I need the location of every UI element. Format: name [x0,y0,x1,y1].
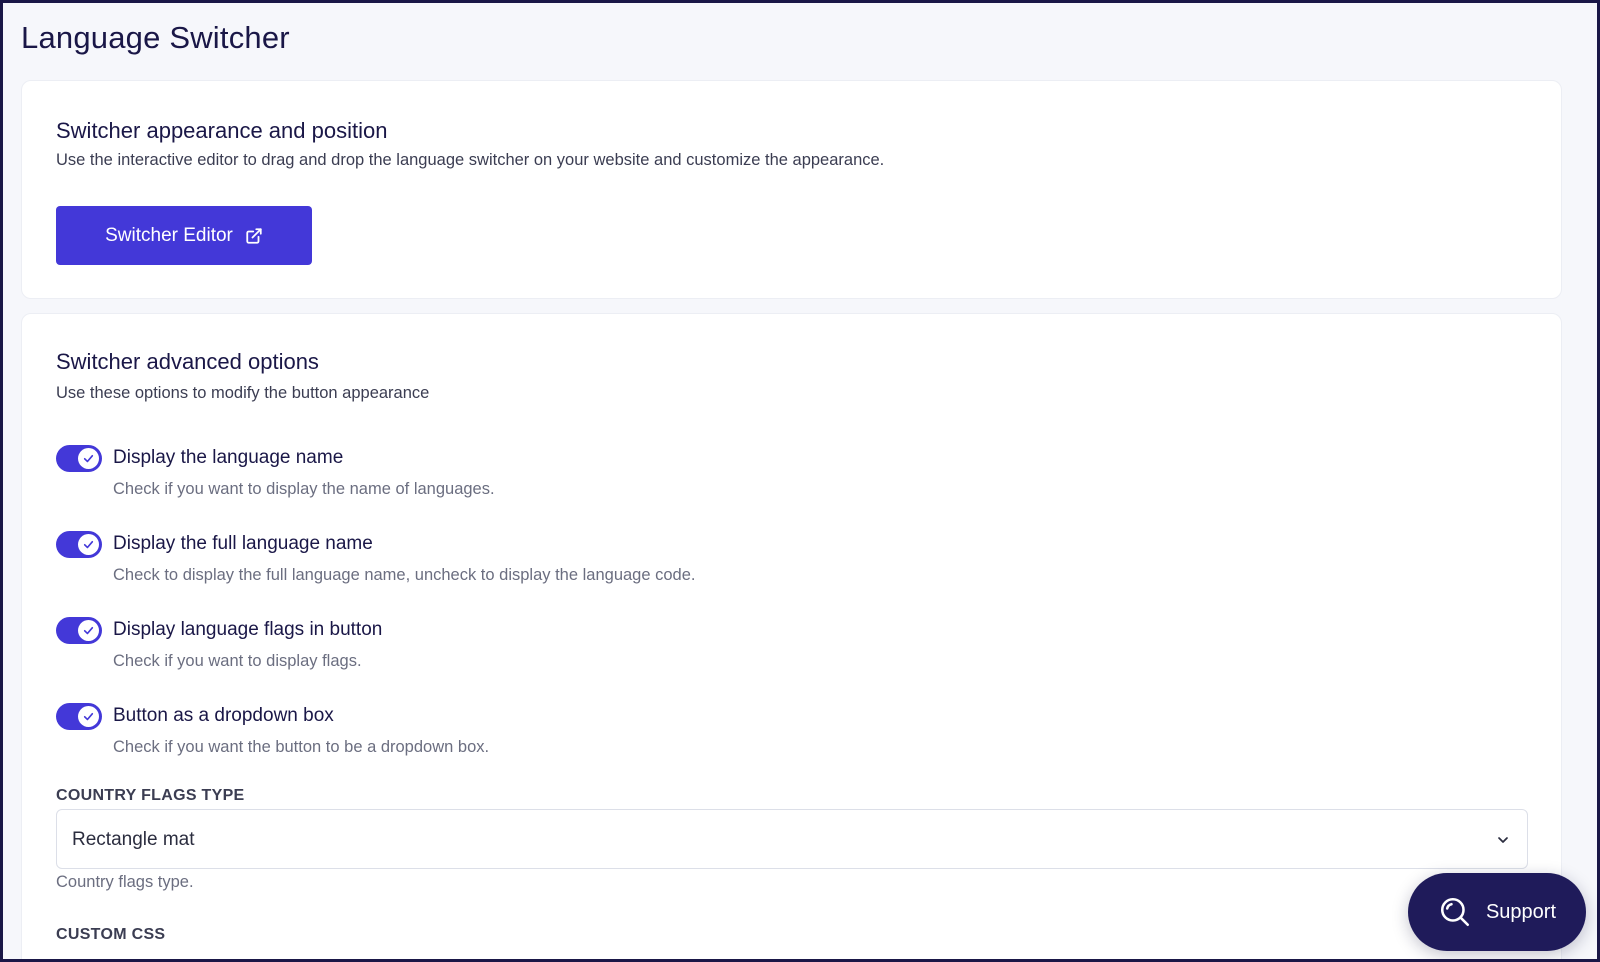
select-value: Rectangle mat [72,829,195,850]
switcher-editor-button[interactable]: Switcher Editor [56,206,312,265]
advanced-title: Switcher advanced options [56,349,319,374]
option-display-language-flags: Display language flags in button Check i… [56,617,956,677]
option-help: Check to display the full language name,… [113,566,696,584]
country-flags-type-label: COUNTRY FLAGS TYPE [56,787,245,804]
toggle-button-dropdown[interactable] [56,703,102,730]
option-help: Check if you want to display the name of… [113,480,495,498]
external-link-icon [246,227,262,244]
check-icon [78,534,99,555]
option-display-full-language-name: Display the full language name Check to … [56,531,956,591]
option-button-dropdown: Button as a dropdown box Check if you wa… [56,703,956,763]
appearance-description: Use the interactive editor to drag and d… [56,151,885,169]
appearance-card: Switcher appearance and position Use the… [21,80,1562,299]
custom-css-label: CUSTOM CSS [56,926,166,943]
check-icon [78,620,99,641]
country-flags-type-help: Country flags type. [56,873,194,891]
support-label: Support [1485,900,1557,923]
option-help: Check if you want the button to be a dro… [113,738,490,756]
country-flags-type-select[interactable]: Rectangle mat [56,809,1528,869]
appearance-title: Switcher appearance and position [56,118,388,143]
advanced-description: Use these options to modify the button a… [56,384,430,402]
check-icon [78,448,99,469]
toggle-display-full-language-name[interactable] [56,531,102,558]
option-help: Check if you want to display flags. [113,652,362,670]
support-button[interactable]: Support [1408,873,1586,951]
option-label: Display the full language name [113,533,373,554]
chevron-down-icon [1498,837,1508,843]
option-label: Display the language name [113,447,344,468]
toggle-display-language-name[interactable] [56,445,102,472]
toggle-display-language-flags[interactable] [56,617,102,644]
advanced-options-card: Switcher advanced options Use these opti… [21,313,1562,959]
page-title: Language Switcher [21,20,290,55]
switcher-editor-label: Switcher Editor [105,224,233,246]
app-window: Language Switcher Switcher appearance an… [3,3,1597,959]
check-icon [78,706,99,727]
option-label: Button as a dropdown box [113,705,334,726]
option-display-language-name: Display the language name Check if you w… [56,445,956,505]
option-label: Display language flags in button [113,619,383,640]
search-icon [1440,897,1469,927]
